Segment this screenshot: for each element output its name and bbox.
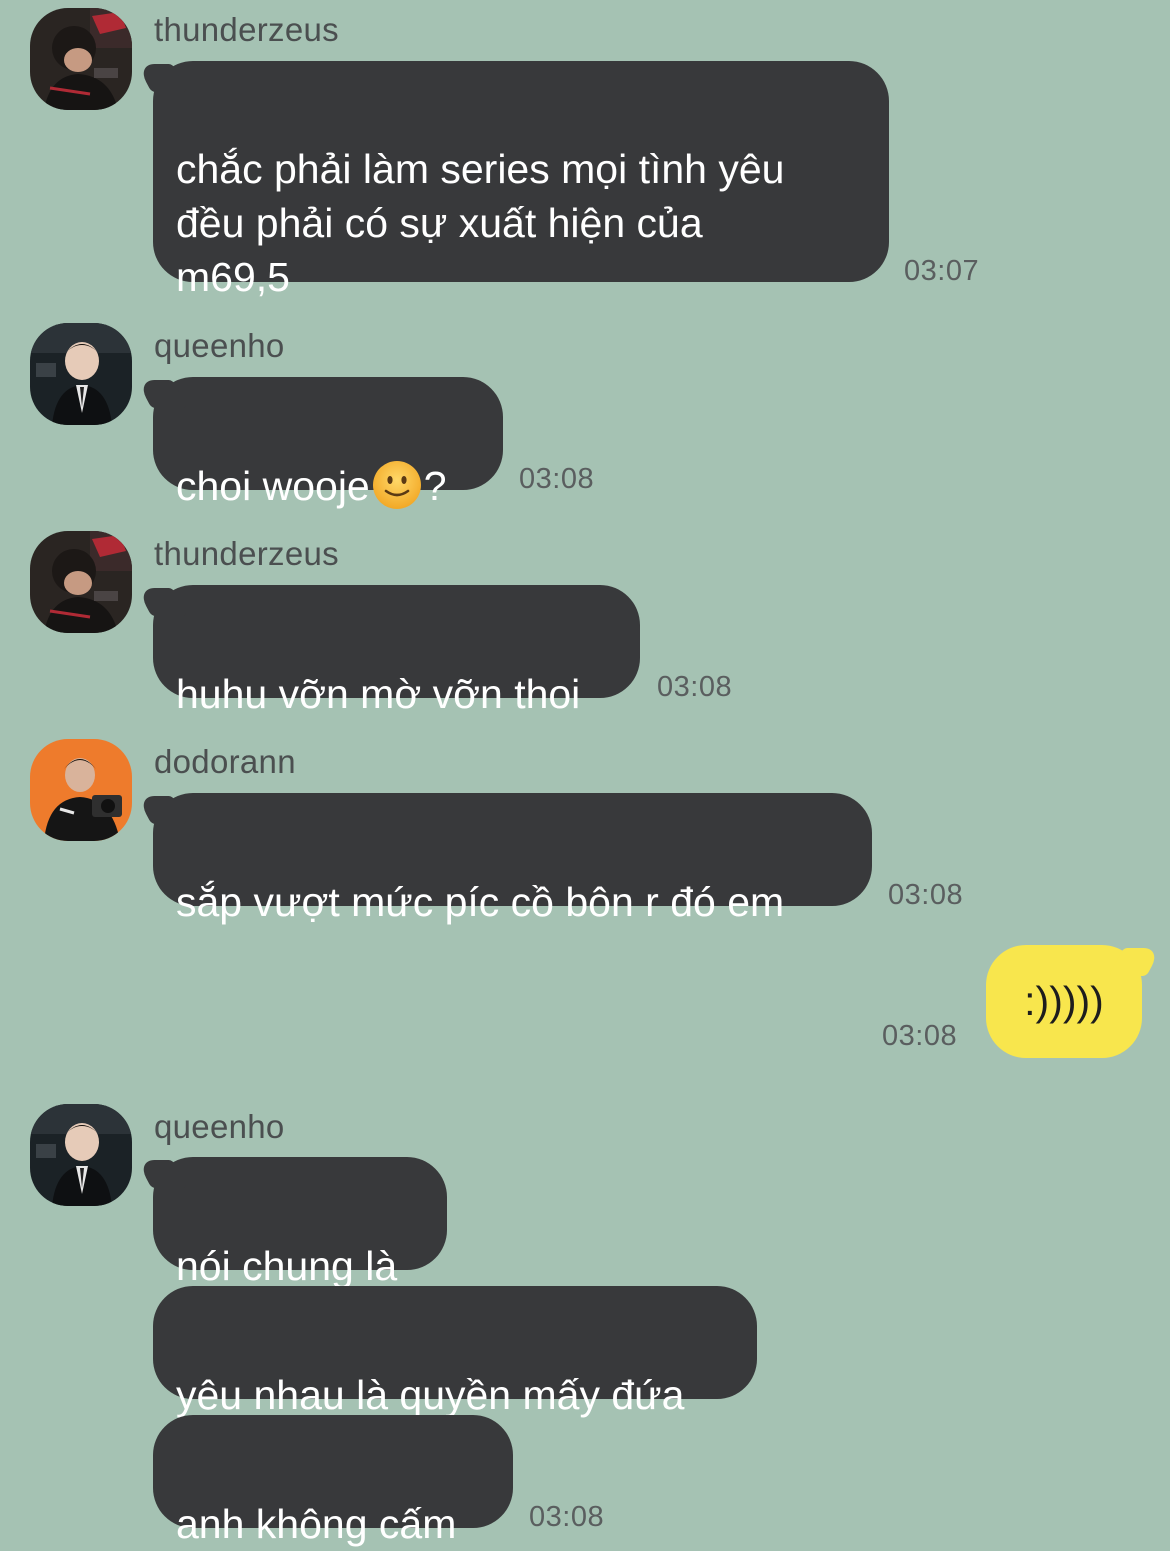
message-text: huhu vỡn mờ vỡn thoi	[176, 671, 581, 717]
message-text: yêu nhau là quyền mấy đứa	[176, 1372, 685, 1418]
avatar-image	[30, 8, 132, 110]
message-bubble[interactable]: anh không cấm	[153, 1415, 513, 1547]
avatar-dodorann[interactable]	[30, 739, 132, 841]
sender-name: queenho	[154, 327, 285, 364]
sender-name: thunderzeus	[154, 535, 339, 572]
message-text: chắc phải làm series mọi tình yêu đều ph…	[176, 146, 785, 300]
message-bubble[interactable]: yêu nhau là quyền mấy đứa	[153, 1286, 757, 1418]
sender-name: queenho	[154, 1108, 285, 1145]
message-time: 03:08	[882, 1020, 958, 1052]
message-text: anh không cấm	[176, 1501, 457, 1547]
avatar-image	[30, 1104, 132, 1206]
message-bubble[interactable]: chắc phải làm series mọi tình yêu đều ph…	[153, 61, 889, 300]
avatar-image	[30, 739, 132, 841]
sender-name: dodorann	[154, 743, 296, 780]
message-time: 03:08	[529, 1501, 605, 1533]
avatar-image	[30, 323, 132, 425]
message-text: sắp vượt mức píc cồ bôn r đó em	[176, 879, 785, 925]
avatar-thunderzeus[interactable]	[30, 531, 132, 633]
avatar-queenho[interactable]	[30, 1104, 132, 1206]
outgoing-message-bubble[interactable]: :)))))	[986, 945, 1142, 1058]
message-time: 03:08	[888, 879, 964, 911]
message-text: :)))))	[1024, 978, 1104, 1024]
avatar-thunderzeus[interactable]	[30, 8, 132, 110]
message-time: 03:08	[657, 671, 733, 703]
message-bubble[interactable]: sắp vượt mức píc cồ bôn r đó em	[153, 793, 872, 925]
avatar-queenho[interactable]	[30, 323, 132, 425]
message-bubble[interactable]: choi wooje ?	[153, 377, 503, 509]
message-bubble[interactable]: huhu vỡn mờ vỡn thoi	[153, 585, 640, 717]
message-text: choi wooje	[176, 463, 370, 509]
message-time: 03:07	[904, 255, 980, 287]
avatar-image	[30, 531, 132, 633]
message-text-suffix: ?	[423, 463, 447, 509]
message-text: nói chung là	[176, 1243, 398, 1289]
sender-name: thunderzeus	[154, 11, 339, 48]
message-bubble[interactable]: nói chung là	[153, 1157, 447, 1289]
slightly-smiling-face-icon	[372, 461, 421, 509]
message-time: 03:08	[519, 463, 595, 495]
